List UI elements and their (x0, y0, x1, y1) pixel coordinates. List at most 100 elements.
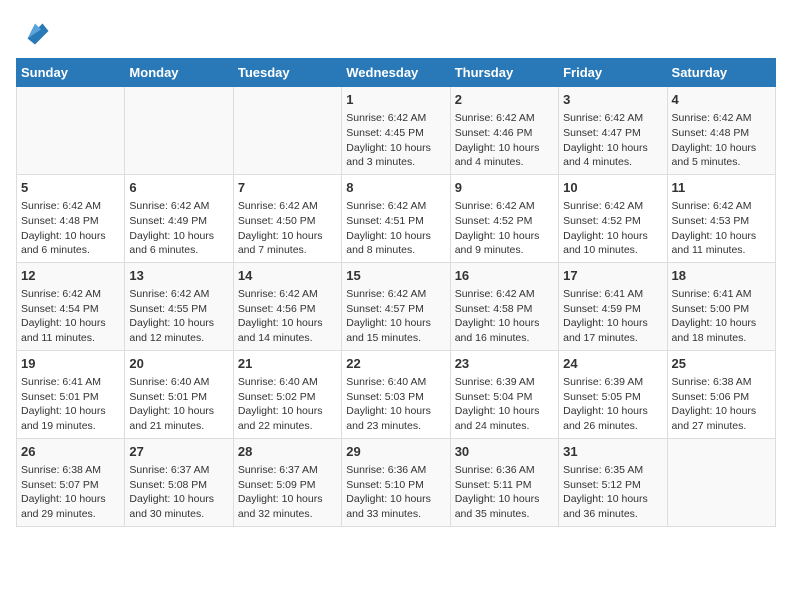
day-info: and 23 minutes. (346, 419, 445, 434)
day-info: Sunset: 5:03 PM (346, 390, 445, 405)
day-info: and 14 minutes. (238, 331, 337, 346)
day-number: 12 (21, 267, 120, 285)
day-info: and 21 minutes. (129, 419, 228, 434)
day-info: Daylight: 10 hours (563, 404, 662, 419)
day-info: and 33 minutes. (346, 507, 445, 522)
day-info: Sunset: 5:02 PM (238, 390, 337, 405)
weekday-header-row: SundayMondayTuesdayWednesdayThursdayFrid… (17, 59, 776, 87)
day-info: Sunrise: 6:42 AM (455, 199, 554, 214)
day-info: Sunset: 4:52 PM (455, 214, 554, 229)
day-info: Sunrise: 6:38 AM (672, 375, 771, 390)
day-info: and 9 minutes. (455, 243, 554, 258)
calendar-day-cell: 5Sunrise: 6:42 AMSunset: 4:48 PMDaylight… (17, 174, 125, 262)
day-info: and 3 minutes. (346, 155, 445, 170)
day-info: Sunrise: 6:41 AM (21, 375, 120, 390)
day-info: Sunset: 4:59 PM (563, 302, 662, 317)
day-info: Sunrise: 6:42 AM (346, 287, 445, 302)
day-info: Sunset: 5:08 PM (129, 478, 228, 493)
day-info: Daylight: 10 hours (563, 141, 662, 156)
logo-icon (20, 16, 50, 46)
calendar-day-cell: 18Sunrise: 6:41 AMSunset: 5:00 PMDayligh… (667, 262, 775, 350)
calendar-week-row: 12Sunrise: 6:42 AMSunset: 4:54 PMDayligh… (17, 262, 776, 350)
calendar-day-cell: 31 Sunrise: 6:35 AMSunset: 5:12 PMDayligh… (559, 438, 667, 526)
day-info: Sunrise: 6:37 AM (129, 463, 228, 478)
day-info: and 17 minutes. (563, 331, 662, 346)
day-info: Sunrise: 6:42 AM (672, 199, 771, 214)
day-info: Sunset: 4:50 PM (238, 214, 337, 229)
day-info: Sunrise: 6:42 AM (346, 111, 445, 126)
day-number: 13 (129, 267, 228, 285)
day-info: Sunset: 4:54 PM (21, 302, 120, 317)
day-info: Daylight: 10 hours (563, 492, 662, 507)
day-info: Daylight: 10 hours (346, 492, 445, 507)
day-info: Sunset: 5:10 PM (346, 478, 445, 493)
day-info: Sunrise: 6:35 AM (563, 463, 662, 478)
calendar-week-row: 19Sunrise: 6:41 AMSunset: 5:01 PMDayligh… (17, 350, 776, 438)
calendar-day-cell: 16Sunrise: 6:42 AMSunset: 4:58 PMDayligh… (450, 262, 558, 350)
calendar-day-cell: 30Sunrise: 6:36 AMSunset: 5:11 PMDayligh… (450, 438, 558, 526)
day-info: Daylight: 10 hours (129, 316, 228, 331)
day-info: and 15 minutes. (346, 331, 445, 346)
calendar-day-cell (125, 87, 233, 175)
weekday-header-tuesday: Tuesday (233, 59, 341, 87)
day-info: Sunset: 4:51 PM (346, 214, 445, 229)
day-info: Sunrise: 6:42 AM (563, 111, 662, 126)
day-info: Sunset: 5:12 PM (563, 478, 662, 493)
day-number: 2 (455, 91, 554, 109)
calendar-day-cell: 8Sunrise: 6:42 AMSunset: 4:51 PMDaylight… (342, 174, 450, 262)
day-number: 28 (238, 443, 337, 461)
day-info: Daylight: 10 hours (672, 316, 771, 331)
day-info: Sunrise: 6:42 AM (455, 287, 554, 302)
day-info: Sunset: 5:09 PM (238, 478, 337, 493)
day-number: 7 (238, 179, 337, 197)
calendar-day-cell: 25Sunrise: 6:38 AMSunset: 5:06 PMDayligh… (667, 350, 775, 438)
day-info: Sunset: 4:55 PM (129, 302, 228, 317)
day-info: Daylight: 10 hours (21, 229, 120, 244)
day-info: Daylight: 10 hours (238, 404, 337, 419)
day-info: Sunrise: 6:42 AM (346, 199, 445, 214)
day-info: and 32 minutes. (238, 507, 337, 522)
day-info: Daylight: 10 hours (129, 404, 228, 419)
day-info: and 30 minutes. (129, 507, 228, 522)
day-info: Sunset: 5:00 PM (672, 302, 771, 317)
day-info: Sunset: 5:01 PM (21, 390, 120, 405)
day-info: Daylight: 10 hours (672, 141, 771, 156)
day-info: Sunrise: 6:40 AM (346, 375, 445, 390)
day-number: 22 (346, 355, 445, 373)
calendar-day-cell: 27Sunrise: 6:37 AMSunset: 5:08 PMDayligh… (125, 438, 233, 526)
day-number: 14 (238, 267, 337, 285)
day-number: 18 (672, 267, 771, 285)
day-info: and 26 minutes. (563, 419, 662, 434)
day-info: Sunrise: 6:37 AM (238, 463, 337, 478)
day-info: Sunrise: 6:36 AM (346, 463, 445, 478)
day-info: and 6 minutes. (129, 243, 228, 258)
calendar-day-cell: 17Sunrise: 6:41 AMSunset: 4:59 PMDayligh… (559, 262, 667, 350)
day-info: Sunrise: 6:42 AM (129, 199, 228, 214)
day-info: Sunrise: 6:39 AM (455, 375, 554, 390)
day-number: 11 (672, 179, 771, 197)
day-info: and 27 minutes. (672, 419, 771, 434)
day-number: 31 (563, 443, 662, 461)
calendar-day-cell: 11Sunrise: 6:42 AMSunset: 4:53 PMDayligh… (667, 174, 775, 262)
day-number: 30 (455, 443, 554, 461)
day-info: Daylight: 10 hours (563, 229, 662, 244)
day-number: 5 (21, 179, 120, 197)
calendar-day-cell: 19Sunrise: 6:41 AMSunset: 5:01 PMDayligh… (17, 350, 125, 438)
day-info: and 4 minutes. (455, 155, 554, 170)
calendar-day-cell: 10Sunrise: 6:42 AMSunset: 4:52 PMDayligh… (559, 174, 667, 262)
day-info: Sunset: 4:48 PM (672, 126, 771, 141)
day-info: Sunrise: 6:42 AM (672, 111, 771, 126)
day-info: Sunrise: 6:42 AM (563, 199, 662, 214)
calendar-day-cell: 21Sunrise: 6:40 AMSunset: 5:02 PMDayligh… (233, 350, 341, 438)
day-info: and 11 minutes. (21, 331, 120, 346)
day-info: Daylight: 10 hours (563, 316, 662, 331)
day-number: 10 (563, 179, 662, 197)
day-info: and 10 minutes. (563, 243, 662, 258)
day-number: 26 (21, 443, 120, 461)
day-number: 27 (129, 443, 228, 461)
day-info: Daylight: 10 hours (21, 492, 120, 507)
day-info: Sunrise: 6:42 AM (21, 287, 120, 302)
day-info: Daylight: 10 hours (346, 141, 445, 156)
day-info: Sunrise: 6:42 AM (455, 111, 554, 126)
calendar-day-cell: 20Sunrise: 6:40 AMSunset: 5:01 PMDayligh… (125, 350, 233, 438)
